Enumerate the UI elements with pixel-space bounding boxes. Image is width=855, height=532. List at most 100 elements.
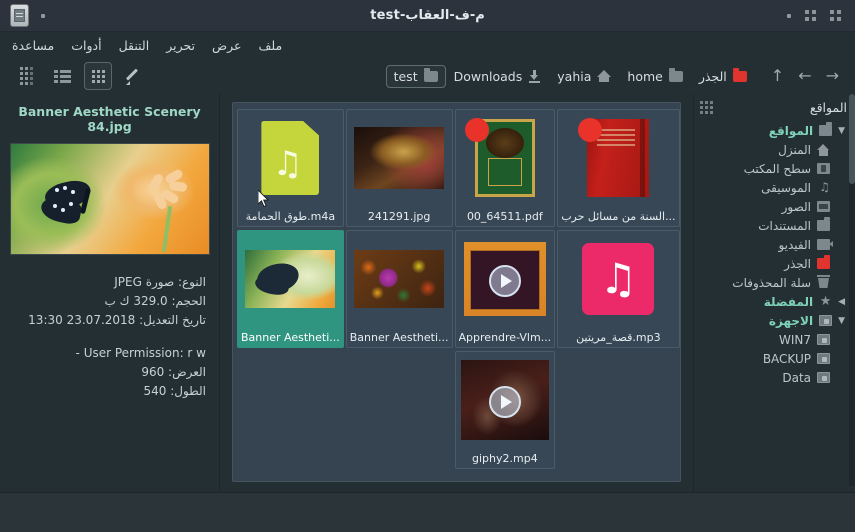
breadcrumb-item-test[interactable]: test bbox=[385, 64, 446, 88]
arrow-up-icon[interactable]: ↑ bbox=[771, 68, 784, 84]
pencil-icon bbox=[126, 68, 142, 84]
home-icon bbox=[597, 70, 612, 82]
chevron-left-icon[interactable]: ◀ bbox=[838, 297, 845, 307]
title-bar-left-controls bbox=[787, 10, 855, 21]
places-item-label: المستندات bbox=[758, 218, 811, 233]
places-item-documents[interactable]: المستندات bbox=[700, 216, 847, 235]
edit-path-button[interactable] bbox=[120, 62, 148, 90]
window-menu-icon[interactable] bbox=[10, 4, 29, 27]
pictures-icon bbox=[817, 201, 830, 212]
meta-type: النوع: صورة JPEG bbox=[114, 275, 206, 289]
menu-file[interactable]: ملف bbox=[258, 38, 282, 53]
file-tile-giphy2[interactable]: giphy2.mp4 bbox=[454, 351, 556, 469]
places-item-win7[interactable]: WIN7 bbox=[700, 330, 847, 349]
file-thumbnail:  bbox=[459, 116, 551, 200]
menu-view[interactable]: عرض bbox=[212, 38, 241, 53]
places-item-label: المنزل bbox=[778, 142, 811, 157]
dot-grid-icon-2[interactable] bbox=[805, 10, 816, 21]
columns-icon bbox=[19, 67, 33, 85]
places-item-pictures[interactable]: الصور bbox=[700, 197, 847, 216]
file-thumbnail: ♫ bbox=[244, 116, 336, 200]
places-item-label: المواقع bbox=[768, 123, 814, 138]
places-item-favorites[interactable]: ◀ ★ المفضلة bbox=[700, 292, 847, 311]
title-bar: م-ف-العقاب-test bbox=[0, 0, 855, 32]
places-item-root[interactable]: الجذر bbox=[700, 254, 847, 273]
desktop-icon bbox=[817, 163, 830, 174]
places-item-devices[interactable]: ▼ الاجهزة bbox=[700, 311, 847, 330]
file-tile-audio-m4a[interactable]: ♫ طوق الحمامة.m4a bbox=[237, 109, 344, 227]
file-tile-pdf-00-64511[interactable]:  00_64511.pdf bbox=[454, 109, 556, 227]
vertical-scrollbar[interactable] bbox=[849, 94, 855, 486]
breadcrumb-item-yahia[interactable]: yahia bbox=[549, 65, 619, 88]
breadcrumb: test Downloads yahia home الجذر bbox=[385, 64, 755, 88]
dot-icon-right[interactable] bbox=[41, 13, 45, 18]
toolbar: test Downloads yahia home الجذر ↑ ← → bbox=[0, 58, 855, 94]
breadcrumb-label: الجذر bbox=[698, 68, 727, 84]
disk-icon bbox=[817, 353, 830, 364]
arrow-right-icon[interactable]: → bbox=[826, 68, 839, 84]
file-tile-apprendre-vlm[interactable]: Apprendre-Vlm... bbox=[454, 230, 556, 348]
folder-icon bbox=[668, 67, 683, 82]
documents-icon bbox=[817, 217, 830, 231]
file-tile-mp3[interactable]: ♫ قصة_مريتين.mp3 bbox=[557, 230, 680, 348]
file-tile-banner-aesthetic-selected[interactable]: Banner Aestheti... bbox=[237, 230, 344, 348]
dot-grid-icon[interactable] bbox=[830, 10, 841, 21]
audio-file-icon: ♫ bbox=[261, 121, 320, 195]
places-item-home[interactable]: المنزل bbox=[700, 140, 847, 159]
places-item-label: الصور bbox=[781, 199, 811, 214]
places-item-desktop[interactable]: سطح المكتب bbox=[700, 159, 847, 178]
breadcrumb-label: yahia bbox=[557, 68, 592, 84]
menu-tools[interactable]: أدوات bbox=[71, 38, 101, 53]
places-item-music[interactable]: ♫ الموسيقى bbox=[700, 178, 847, 197]
breadcrumb-label: home bbox=[627, 68, 663, 84]
places-header: المواقع bbox=[700, 100, 847, 115]
scrollbar-thumb[interactable] bbox=[849, 94, 855, 184]
file-area: ♫ طوق الحمامة.m4a 241291.jpg  bbox=[220, 94, 693, 492]
chevron-down-icon[interactable]: ▼ bbox=[838, 126, 845, 136]
view-list-button[interactable] bbox=[48, 62, 76, 90]
breadcrumb-item-home[interactable]: home bbox=[619, 65, 690, 88]
places-item-label: WIN7 bbox=[778, 332, 811, 347]
file-thumbnail bbox=[353, 237, 445, 321]
menu-edit[interactable]: تحرير bbox=[166, 38, 195, 53]
places-item-trash[interactable]: سلة المحذوفات bbox=[700, 273, 847, 292]
places-item-video[interactable]: الفيديو bbox=[700, 235, 847, 254]
grid-icon[interactable] bbox=[700, 101, 713, 114]
folder-red-icon bbox=[817, 255, 830, 269]
places-item-label: Data bbox=[782, 370, 811, 385]
file-tile-241291[interactable]: 241291.jpg bbox=[345, 109, 453, 227]
breadcrumb-label: test bbox=[393, 68, 418, 84]
meta-modified: تاريخ التعديل: 23.07.2018 13:30 bbox=[28, 313, 206, 327]
title-bar-right-controls bbox=[0, 4, 45, 27]
video-icon bbox=[817, 239, 833, 250]
meta-permission: User Permission: r w - bbox=[75, 346, 206, 360]
preview-pane: Banner Aesthetic Scenery 84.jpg النوع: ص… bbox=[0, 94, 220, 492]
file-tile-pdf-sunnah[interactable]:  السنة من مسائل حرب... bbox=[557, 109, 680, 227]
places-item-label: سلة المحذوفات bbox=[732, 275, 811, 290]
menu-navigation[interactable]: التنقل bbox=[119, 38, 150, 53]
flower-art bbox=[135, 168, 191, 211]
dot-icon[interactable] bbox=[787, 13, 791, 18]
breadcrumb-item-downloads[interactable]: Downloads bbox=[446, 65, 550, 88]
chevron-down-icon[interactable]: ▼ bbox=[838, 316, 845, 326]
file-grid-pane[interactable]: ♫ طوق الحمامة.m4a 241291.jpg  bbox=[232, 102, 681, 482]
places-item-backup[interactable]: BACKUP bbox=[700, 349, 847, 368]
meta-size: الحجم: 329.0 ك ب bbox=[104, 294, 206, 308]
preview-image bbox=[9, 143, 210, 255]
places-item-places[interactable]: ▼ المواقع bbox=[700, 121, 847, 140]
menu-help[interactable]: مساعدة bbox=[12, 38, 54, 53]
file-label: Banner Aestheti... bbox=[241, 331, 340, 344]
file-thumbnail bbox=[244, 237, 336, 321]
nav-buttons: ↑ ← → bbox=[755, 68, 847, 84]
breadcrumb-item-root[interactable]: الجذر bbox=[691, 65, 755, 88]
file-tile-banner-aesthetic-2[interactable]: Banner Aestheti... bbox=[345, 230, 453, 348]
file-grid: ♫ طوق الحمامة.m4a 241291.jpg  bbox=[237, 109, 680, 469]
places-item-data[interactable]: Data bbox=[700, 368, 847, 387]
view-columns-button[interactable] bbox=[12, 62, 40, 90]
play-overlay-icon bbox=[488, 385, 521, 418]
places-item-label: سطح المكتب bbox=[743, 161, 811, 176]
grid-icon bbox=[91, 69, 105, 83]
view-icons-button[interactable] bbox=[84, 62, 112, 90]
arrow-left-icon[interactable]: ← bbox=[798, 68, 811, 84]
places-item-label: المفضلة bbox=[763, 294, 814, 309]
